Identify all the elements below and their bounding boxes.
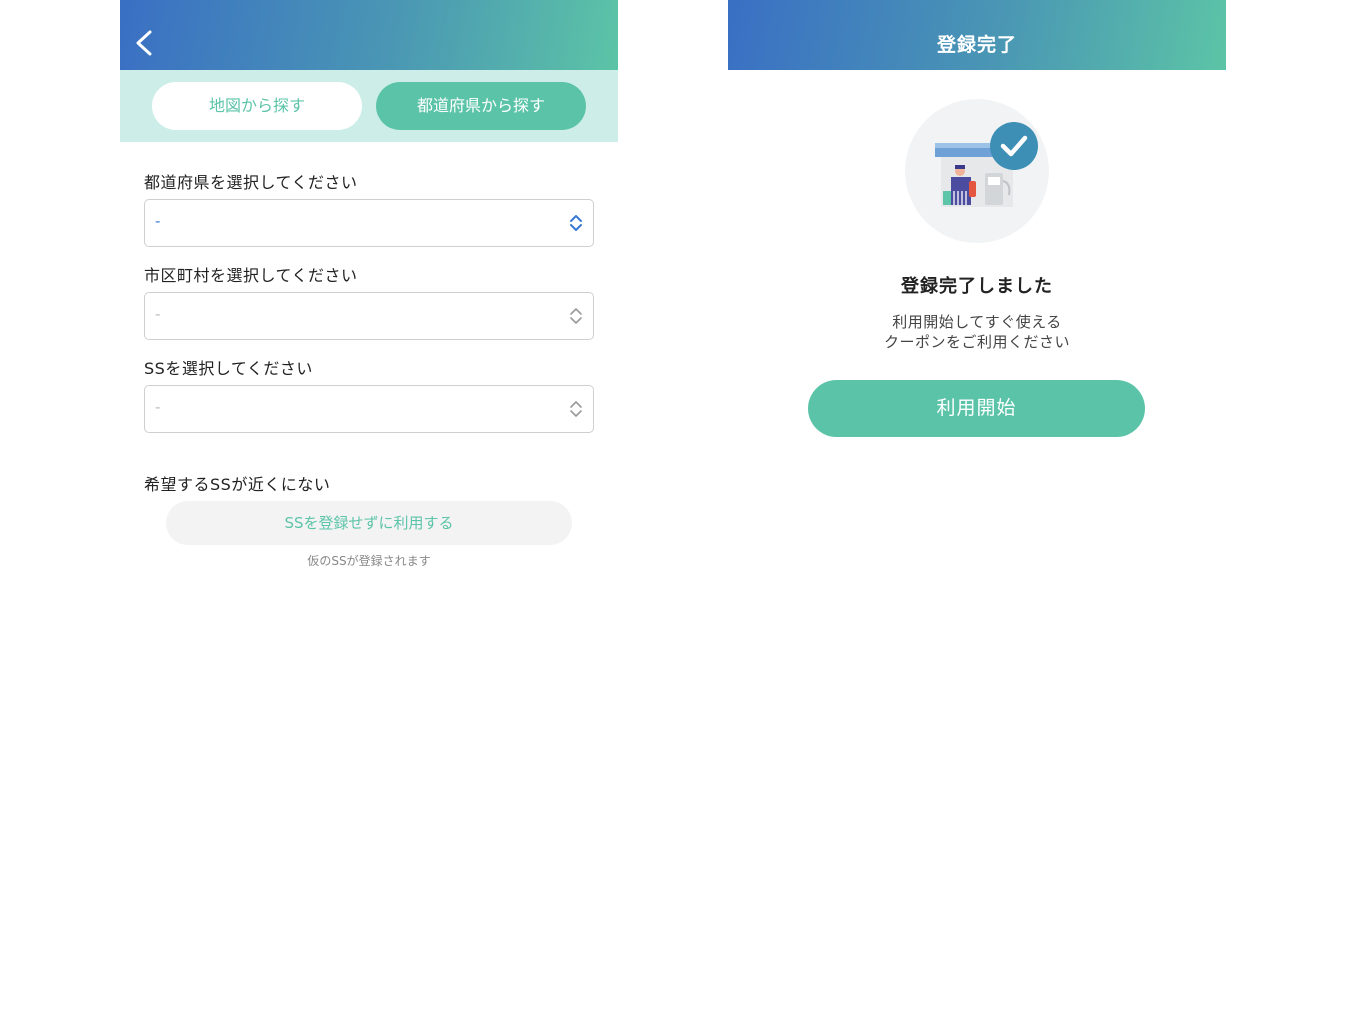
- tab-search-by-prefecture[interactable]: 都道府県から探す: [376, 82, 586, 130]
- temporary-ss-note: 仮のSSが登録されます: [307, 554, 431, 568]
- start-using-button[interactable]: 利用開始: [808, 380, 1145, 437]
- city-label: 市区町村を選択してください: [144, 266, 358, 285]
- ss-select[interactable]: -: [144, 385, 594, 433]
- registration-complete-screen: 登録完了 登録完了しました 利用開始してすぐ使える クーポンをご利用ください 利…: [728, 0, 1226, 1016]
- page-title: 登録完了: [936, 34, 1017, 56]
- no-nearby-ss-heading: 希望するSSが近くにない: [144, 475, 331, 494]
- back-button[interactable]: [130, 26, 160, 60]
- prefecture-select[interactable]: -: [144, 199, 594, 247]
- completion-message-line2: クーポンをご利用ください: [883, 333, 1070, 351]
- gas-station-check-icon: [905, 99, 1049, 243]
- completion-message-line1: 利用開始してすぐ使える: [892, 313, 1062, 331]
- ss-label: SSを選択してください: [144, 359, 313, 378]
- search-mode-tabs: 地図から探す 都道府県から探す: [120, 70, 618, 142]
- up-down-chevron-icon: [570, 215, 582, 231]
- ss-select-value: -: [155, 398, 161, 416]
- ss-search-screen: 地図から探す 都道府県から探す 都道府県を選択してください - 市区町村を選択し…: [120, 0, 618, 1016]
- chevron-left-icon: [136, 30, 152, 56]
- up-down-chevron-icon: [570, 401, 582, 417]
- tab-search-by-map[interactable]: 地図から探す: [152, 82, 362, 130]
- completion-heading: 登録完了しました: [901, 276, 1053, 297]
- app-header: 登録完了: [728, 0, 1226, 70]
- prefecture-select-value: -: [155, 212, 161, 230]
- use-without-ss-button[interactable]: SSを登録せずに利用する: [166, 501, 572, 545]
- app-header: [120, 0, 618, 70]
- city-select[interactable]: -: [144, 292, 594, 340]
- up-down-chevron-icon: [570, 308, 582, 324]
- prefecture-label: 都道府県を選択してください: [144, 173, 358, 192]
- city-select-value: -: [155, 305, 161, 323]
